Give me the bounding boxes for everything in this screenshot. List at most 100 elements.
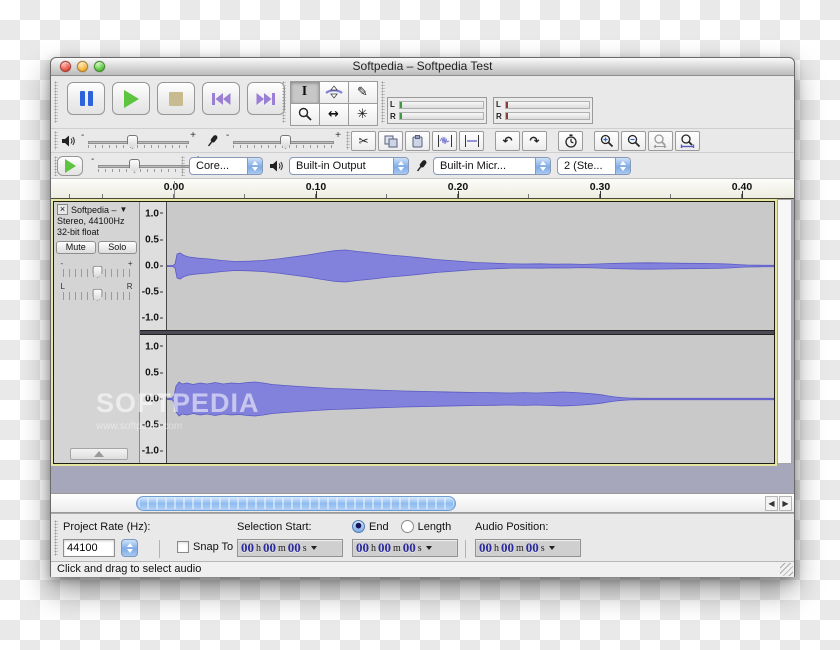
vruler-label: -1.0 (142, 446, 163, 457)
gain-slider[interactable]: - + (61, 260, 133, 280)
pan-left-label: L (61, 282, 65, 291)
output-volume-slider[interactable]: - + (81, 132, 196, 150)
scroll-left-button[interactable]: ◀ (765, 496, 778, 511)
multi-tool-button[interactable]: ✳ (348, 103, 378, 126)
stop-button[interactable] (157, 82, 195, 115)
length-radio-label: Length (418, 521, 452, 533)
audio-position-time[interactable]: 00h 00m 00s (475, 539, 581, 557)
mixer-toolbar-grip[interactable] (54, 131, 58, 149)
status-bar: Click and drag to select audio (51, 561, 794, 577)
vruler-label: 0.5 (145, 367, 163, 378)
snap-to-checkbox[interactable] (177, 541, 189, 553)
selection-start-time[interactable]: 00h 00m 00s (237, 539, 343, 557)
horizontal-scrollbar-thumb[interactable] (136, 496, 456, 511)
waveform-right[interactable] (167, 335, 774, 463)
play-button[interactable] (112, 82, 150, 115)
selection-start-label: Selection Start: (237, 521, 312, 533)
pan-slider[interactable]: L R (61, 283, 133, 303)
redo-button[interactable]: ↷ (522, 131, 547, 151)
input-meter[interactable]: L R (493, 97, 593, 124)
mute-button[interactable]: Mute (56, 241, 96, 254)
draw-tool-button[interactable]: ✎ (348, 81, 378, 104)
solo-button[interactable]: Solo (98, 241, 138, 254)
input-device-select[interactable]: Built-in Micr... (433, 157, 551, 175)
vruler-label: 1.0 (145, 208, 163, 219)
fit-selection-button[interactable] (648, 131, 673, 151)
minimize-window-button[interactable] (77, 61, 88, 72)
play-at-speed-button[interactable] (57, 156, 83, 176)
vruler-label: -1.0 (142, 313, 163, 324)
trim-audio-button[interactable] (432, 131, 457, 151)
track-menu-arrow-icon[interactable]: ▼ (120, 205, 128, 214)
zoom-in-button[interactable] (594, 131, 619, 151)
track-area[interactable]: × Softpedia – ▼ Stereo, 44100Hz 32-bit f… (51, 199, 794, 493)
transport-toolbar-grip[interactable] (54, 81, 58, 123)
tools-toolbar: I ✎ ↔ ✳ (290, 81, 377, 125)
waveform-left[interactable] (167, 202, 774, 330)
vertical-ruler-right[interactable]: 1.0 0.5 0.0 -0.5 -1.0 (140, 335, 167, 463)
playhead-cursor (174, 181, 175, 198)
track-name: Softpedia – (71, 205, 117, 215)
output-device-select[interactable]: Built-in Output (289, 157, 409, 175)
toolbar-middle: - + - + ✂ ↶ (51, 129, 794, 153)
timeshift-tool-button[interactable]: ↔ (319, 103, 349, 126)
host-select[interactable]: Core... (189, 157, 263, 175)
output-meter[interactable]: L R (387, 97, 487, 124)
zoom-out-button[interactable] (621, 131, 646, 151)
skip-to-end-button[interactable] (247, 82, 285, 115)
vertical-scrollbar[interactable] (777, 199, 792, 464)
cut-button[interactable]: ✂ (351, 131, 376, 151)
skip-to-start-button[interactable] (202, 82, 240, 115)
slider-max-label: + (190, 130, 196, 141)
track-collapse-button[interactable] (70, 448, 128, 460)
selection-tool-button[interactable]: I (290, 81, 320, 104)
envelope-tool-button[interactable] (319, 81, 349, 104)
device-toolbar-grip[interactable] (181, 156, 185, 176)
zoom-tool-button[interactable] (290, 103, 320, 126)
collapse-arrow-icon (94, 451, 104, 457)
tools-toolbar-grip[interactable] (282, 81, 286, 123)
sync-lock-button[interactable] (558, 131, 583, 151)
undo-button[interactable]: ↶ (495, 131, 520, 151)
silence-audio-button[interactable] (459, 131, 484, 151)
paste-button[interactable] (405, 131, 430, 151)
edit-toolbar-grip[interactable] (346, 131, 350, 149)
audio-track[interactable]: × Softpedia – ▼ Stereo, 44100Hz 32-bit f… (53, 201, 775, 464)
horizontal-scrollbar[interactable]: ◀ ▶ (51, 493, 794, 513)
copy-button[interactable] (378, 131, 403, 151)
gain-max-label: + (128, 259, 133, 268)
track-close-button[interactable]: × (57, 204, 68, 215)
resize-grip[interactable] (780, 563, 793, 576)
pause-button[interactable] (67, 82, 105, 115)
selection-toolbar-grip[interactable] (54, 520, 58, 556)
length-radio[interactable] (401, 520, 414, 533)
magnifier-icon (298, 107, 312, 121)
track-control-panel[interactable]: × Softpedia – ▼ Stereo, 44100Hz 32-bit f… (54, 202, 140, 463)
titlebar[interactable]: Softpedia – Softpedia Test (51, 58, 794, 76)
timefield-dropdown-icon[interactable] (311, 546, 317, 550)
window-controls (60, 61, 105, 72)
close-window-button[interactable] (60, 61, 71, 72)
pause-icon (80, 91, 93, 106)
project-rate-label: Project Rate (Hz): (63, 521, 150, 533)
timefield-dropdown-icon[interactable] (426, 546, 432, 550)
input-volume-slider[interactable]: - + (226, 132, 341, 150)
pan-right-label: R (127, 282, 133, 291)
track-body: 1.0 0.5 0.0 -0.5 -1.0 1.0 0.5 0. (140, 202, 774, 463)
end-radio[interactable] (352, 520, 365, 533)
project-rate-input[interactable] (63, 539, 115, 557)
project-rate-stepper[interactable] (121, 539, 138, 557)
timeline-ruler[interactable]: 0.00 0.10 0.20 0.30 0.40 (51, 179, 794, 199)
timefield-dropdown-icon[interactable] (549, 546, 555, 550)
zoom-window-button[interactable] (94, 61, 105, 72)
fit-selection-icon (653, 134, 668, 148)
selection-end-time[interactable]: 00h 00m 00s (352, 539, 458, 557)
scroll-right-button[interactable]: ▶ (779, 496, 792, 511)
microphone-icon (415, 159, 427, 173)
vertical-ruler-left[interactable]: 1.0 0.5 0.0 -0.5 -1.0 (140, 202, 167, 330)
toolbar-bottom: - + Core... Built-in Output Built-in Mic… (51, 153, 794, 179)
waveform-right-svg (167, 335, 774, 463)
meter-toolbar-grip[interactable] (381, 81, 385, 123)
input-channels-select[interactable]: 2 (Ste... (557, 157, 631, 175)
fit-project-button[interactable] (675, 131, 700, 151)
